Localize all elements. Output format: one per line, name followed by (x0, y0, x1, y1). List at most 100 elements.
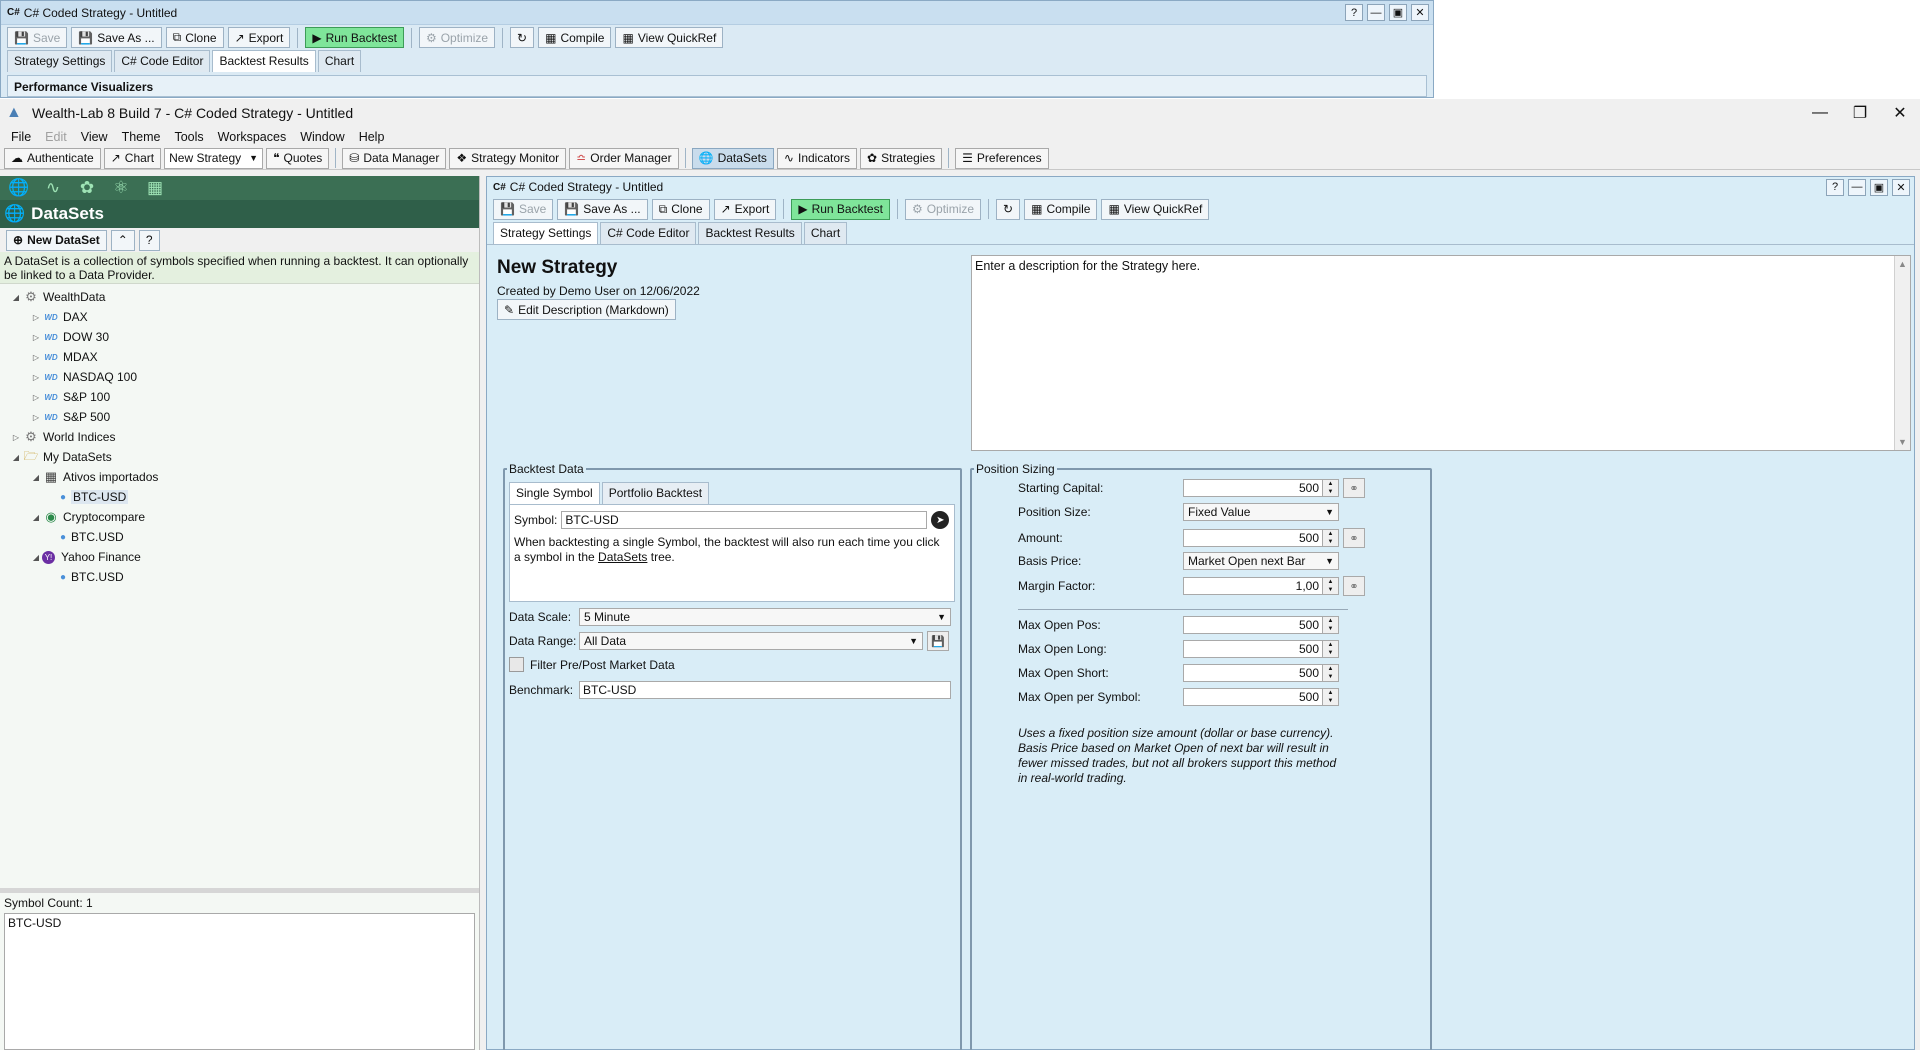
window-titlebar[interactable]: C# C# Coded Strategy - Untitled ? — ▣ ✕ (1, 1, 1433, 25)
tab-single-symbol[interactable]: Single Symbol (509, 482, 600, 504)
max-open-pos-value[interactable]: 500 (1183, 616, 1323, 634)
caret-down-icon[interactable]: ▼ (1323, 649, 1338, 657)
clone-button[interactable]: ⧉ Clone (651, 198, 710, 220)
tab-code-editor[interactable]: C# Code Editor (114, 50, 211, 72)
tree-node-mdax[interactable]: ▷ WD MDAX (0, 347, 479, 367)
caret-up-icon[interactable]: ▲ (1323, 480, 1338, 488)
starting-capital-value[interactable]: 500 (1183, 479, 1323, 497)
help-button[interactable]: ? (1345, 4, 1363, 21)
export-button[interactable]: ↗ Export (227, 27, 291, 48)
caret-down-icon[interactable]: ▼ (1323, 488, 1338, 496)
max-open-per-symbol-value[interactable]: 500 (1183, 688, 1323, 706)
save-as-button[interactable]: 💾 Save As ... (71, 27, 162, 48)
view-quickref-button[interactable]: ▦ View QuickRef (615, 27, 724, 48)
minimize-button[interactable]: — (1848, 178, 1866, 196)
export-button[interactable]: ↗ Export (713, 198, 777, 220)
books-icon[interactable]: ▦ (144, 178, 166, 198)
tree-node-nasdaq100[interactable]: ▷ WD NASDAQ 100 (0, 367, 479, 387)
quotes-button[interactable]: ❝ Quotes (266, 147, 330, 169)
expand-toggle-icon[interactable]: ▷ (30, 333, 42, 342)
tree-node-ativos-importados[interactable]: ◢ ▦ Ativos importados (0, 467, 479, 487)
expand-toggle-icon[interactable]: ▷ (30, 373, 42, 382)
menu-help[interactable]: Help (352, 130, 392, 144)
close-button[interactable]: ✕ (1411, 4, 1429, 21)
spinner-arrows[interactable]: ▲ ▼ (1323, 640, 1339, 658)
wave-icon[interactable]: ∿ (42, 178, 64, 198)
spinner-arrows[interactable]: ▲ ▼ (1323, 664, 1339, 682)
spinner-arrows[interactable]: ▲ ▼ (1323, 616, 1339, 634)
save-button[interactable]: 💾 Save (7, 27, 68, 48)
caret-down-icon[interactable]: ▼ (1323, 538, 1338, 546)
minimize-button[interactable]: — (1367, 4, 1385, 21)
caret-down-icon[interactable]: ▼ (1323, 625, 1338, 633)
caret-up-icon[interactable]: ▲ (1323, 617, 1338, 625)
menu-workspaces[interactable]: Workspaces (211, 130, 294, 144)
tree-node-btc-usd[interactable]: ● BTC-USD (0, 487, 479, 507)
authenticate-button[interactable]: ☁ Authenticate (4, 147, 101, 169)
caret-up-icon[interactable]: ▲ (1323, 641, 1338, 649)
spinner-arrows[interactable]: ▲ ▼ (1323, 529, 1339, 547)
optimize-button[interactable]: ⚙ Optimize (904, 198, 982, 220)
caret-up-icon[interactable]: ▲ (1323, 530, 1338, 538)
tree-node-dax[interactable]: ▷ WD DAX (0, 307, 479, 327)
caret-down-icon[interactable]: ▼ (1323, 673, 1338, 681)
tab-strategy-settings[interactable]: Strategy Settings (7, 50, 113, 72)
tab-strategy-settings[interactable]: Strategy Settings (493, 222, 599, 244)
save-range-button[interactable]: 💾 (927, 631, 949, 651)
menu-edit[interactable]: Edit (38, 130, 74, 144)
caret-up-icon[interactable]: ▲ (1323, 665, 1338, 673)
preferences-button[interactable]: ☰ Preferences (955, 147, 1049, 169)
expand-toggle-icon[interactable]: ▷ (30, 413, 42, 422)
margin-factor-value[interactable]: 1,00 (1183, 577, 1323, 595)
expand-toggle-icon[interactable]: ◢ (10, 453, 22, 462)
expand-toggle-icon[interactable]: ▷ (10, 433, 22, 442)
close-icon[interactable]: ✕ (1880, 99, 1920, 127)
tab-chart[interactable]: Chart (317, 50, 362, 72)
run-backtest-button[interactable]: ▶ Run Backtest (305, 27, 404, 48)
menu-view[interactable]: View (74, 130, 115, 144)
scroll-down-icon[interactable]: ▼ (1895, 434, 1910, 450)
expand-toggle-icon[interactable]: ◢ (30, 473, 42, 482)
max-open-short-stepper[interactable]: 500 ▲ ▼ (1183, 664, 1339, 682)
expand-toggle-icon[interactable]: ◢ (30, 553, 42, 562)
benchmark-input[interactable]: BTC-USD (579, 681, 951, 699)
symbol-input[interactable]: BTC-USD (561, 511, 928, 529)
link-button[interactable]: ⚭ (1343, 478, 1365, 498)
new-dataset-button[interactable]: ⊕ New DataSet (6, 229, 107, 251)
tree-node-cryptocompare[interactable]: ◢ ◉ Cryptocompare (0, 507, 479, 527)
tab-backtest-results[interactable]: Backtest Results (698, 222, 802, 244)
scroll-up-icon[interactable]: ▲ (1895, 256, 1910, 272)
menu-window[interactable]: Window (293, 130, 351, 144)
tab-code-editor[interactable]: C# Code Editor (600, 222, 697, 244)
expand-toggle-icon[interactable]: ▷ (30, 313, 42, 322)
data-scale-select[interactable]: 5 Minute ▼ (579, 608, 951, 626)
tree-node-sp100[interactable]: ▷ WD S&P 100 (0, 387, 479, 407)
strategy-window-titlebar[interactable]: C# C# Coded Strategy - Untitled ? — ▣ ✕ (487, 177, 1914, 197)
strategy-select[interactable]: New Strategy ▼ (164, 147, 264, 169)
caret-down-icon[interactable]: ▼ (1323, 586, 1338, 594)
tab-chart[interactable]: Chart (803, 222, 848, 244)
description-scrollbar[interactable]: ▲ ▼ (1894, 256, 1910, 450)
tree-node-sp500[interactable]: ▷ WD S&P 500 (0, 407, 479, 427)
menu-file[interactable]: File (4, 130, 38, 144)
max-open-short-value[interactable]: 500 (1183, 664, 1323, 682)
caret-up-icon[interactable]: ▲ (1323, 689, 1338, 697)
tab-backtest-results[interactable]: Backtest Results (212, 50, 316, 72)
caret-up-icon[interactable]: ▲ (1323, 578, 1338, 586)
save-as-button[interactable]: 💾 Save As ... (557, 198, 648, 220)
filter-market-data-checkbox[interactable] (509, 657, 524, 672)
refresh-button[interactable]: ↻ (510, 27, 535, 48)
maximize-button[interactable]: ▣ (1870, 178, 1888, 196)
datasets-link[interactable]: DataSets (598, 550, 647, 564)
minimize-icon[interactable]: — (1800, 99, 1840, 127)
max-open-long-stepper[interactable]: 500 ▲ ▼ (1183, 640, 1339, 658)
chart-button[interactable]: ↗ Chart (103, 147, 162, 169)
compile-button[interactable]: ▦ Compile (1024, 198, 1098, 220)
view-quickref-button[interactable]: ▦ View QuickRef (1101, 198, 1210, 220)
app-titlebar[interactable]: ▲ Wealth-Lab 8 Build 7 - C# Coded Strate… (0, 99, 1920, 127)
starting-capital-stepper[interactable]: 500 ▲ ▼ (1183, 479, 1339, 497)
help-button[interactable]: ? (1826, 178, 1844, 196)
max-open-per-symbol-stepper[interactable]: 500 ▲ ▼ (1183, 688, 1339, 706)
clone-button[interactable]: ⧉ Clone (165, 27, 224, 48)
max-open-long-value[interactable]: 500 (1183, 640, 1323, 658)
